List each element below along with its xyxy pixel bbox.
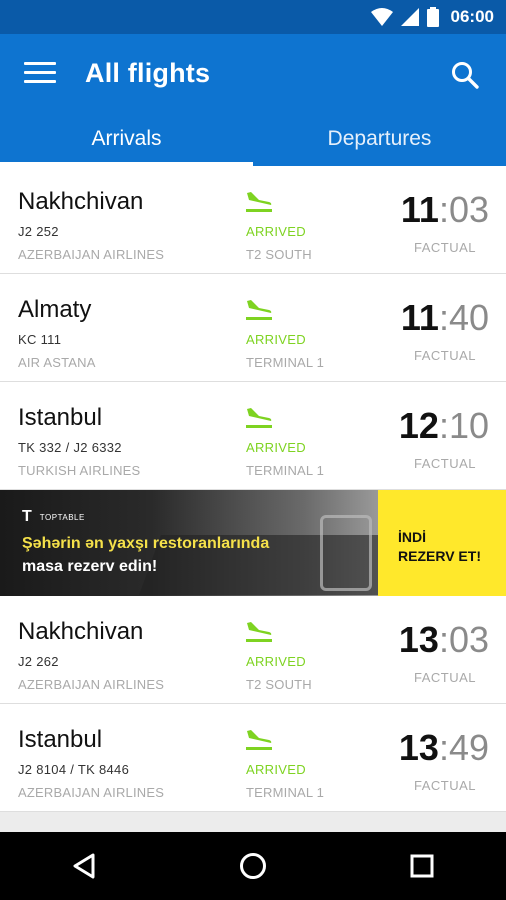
flight-terminal: TERMINAL 1 [246,355,325,370]
wifi-icon [370,8,393,26]
flight-time: 12:10 [398,405,489,446]
status-time: 06:00 [450,7,494,26]
flight-row[interactable]: Almaty KC 111 AIR ASTANA ARRIVED TERMINA… [0,274,506,382]
home-button[interactable] [231,844,275,888]
ad-cta-line1: İNDİ [398,529,426,545]
flight-time-hour: 11 [400,297,439,338]
flight-time-type: FACTUAL [413,670,476,685]
flight-city: Nakhchivan [18,188,144,215]
flight-row[interactable]: Nakhchivan J2 252 AZERBAIJAN AIRLINES AR… [0,166,506,274]
battery-icon [426,7,439,27]
flight-airline: AZERBAIJAN AIRLINES [18,677,165,692]
flight-number: J2 252 [18,224,59,239]
flight-terminal: TERMINAL 1 [246,463,325,478]
toptable-logo-icon: T [22,508,32,525]
ad-cta-button[interactable]: İNDİ REZERV ET! [378,490,506,596]
flight-time-type: FACTUAL [413,348,476,363]
ad-subline: masa rezerv edin! [22,558,158,575]
flight-time-hour: 13 [398,727,439,768]
flight-time-minute: 03 [448,619,489,660]
back-triangle-icon [73,853,95,879]
app-bar: All flights Arrivals Departures [0,34,506,166]
flight-time-hour: 12 [398,405,439,446]
plane-landing-icon [246,408,272,428]
ad-headline: Şəhərin ən yaxşı restoranlarında [22,535,270,552]
flight-list: Nakhchivan J2 252 AZERBAIJAN AIRLINES AR… [0,166,506,832]
recents-square-icon [410,854,434,878]
flight-time: 11:40 [400,297,489,338]
back-button[interactable] [62,844,106,888]
flight-terminal: T2 SOUTH [246,247,312,262]
ad-banner[interactable]: T TOPTABLE Şəhərin ən yaxşı restoranları… [0,490,506,596]
flight-city: Istanbul [18,726,103,753]
flight-airline: TURKISH AIRLINES [18,463,141,478]
flight-number: TK 332 / J2 6332 [18,440,122,455]
flight-terminal: T2 SOUTH [246,677,312,692]
plane-landing-icon [246,192,272,212]
flight-status: ARRIVED [246,224,306,239]
flight-number: J2 262 [18,654,59,669]
flight-time-minute: 10 [448,405,489,446]
flight-status: ARRIVED [246,762,306,777]
search-icon[interactable] [450,60,480,90]
flight-airline: AZERBAIJAN AIRLINES [18,247,165,262]
system-nav-bar [0,832,506,900]
flight-time-type: FACTUAL [413,456,476,471]
flight-status: ARRIVED [246,332,306,347]
flight-time-minute: 49 [448,727,489,768]
tab-departures[interactable]: Departures [253,120,506,166]
plane-landing-icon [246,730,272,750]
flight-time-hour: 11 [400,189,439,230]
flight-number: KC 111 [18,332,62,347]
flight-row[interactable]: Istanbul J2 8104 / TK 8446 AZERBAIJAN AI… [0,704,506,812]
flight-number: J2 8104 / TK 8446 [18,762,130,777]
flight-city: Almaty [18,296,92,323]
flight-time: 11:03 [400,189,489,230]
home-circle-icon [239,853,266,879]
ad-brand: TOPTABLE [39,512,85,522]
status-bar: 06:00 [0,0,506,34]
ad-cta-line2: REZERV ET! [398,548,481,564]
flight-airline: AZERBAIJAN AIRLINES [18,785,165,800]
flight-row[interactable]: Nakhchivan J2 262 AZERBAIJAN AIRLINES AR… [0,596,506,704]
ad-logo: T TOPTABLE [22,508,85,526]
flight-terminal: TERMINAL 1 [246,785,325,800]
flight-status: ARRIVED [246,654,306,669]
page-title: All flights [85,58,211,88]
recents-button[interactable] [400,844,444,888]
flight-time-type: FACTUAL [413,240,476,255]
flight-time: 13:03 [398,619,489,660]
flight-airline: AIR ASTANA [18,355,96,370]
menu-icon[interactable] [24,62,56,86]
flight-time-minute: 40 [448,297,489,338]
flight-time-hour: 13 [398,619,439,660]
flight-time-type: FACTUAL [413,778,476,793]
tab-arrivals[interactable]: Arrivals [0,120,253,166]
plane-landing-icon [246,622,272,642]
signal-icon [400,8,419,26]
flight-row[interactable]: Istanbul TK 332 / J2 6332 TURKISH AIRLIN… [0,382,506,490]
flight-time: 13:49 [398,727,489,768]
flight-city: Nakhchivan [18,618,144,645]
flight-city: Istanbul [18,404,103,431]
plane-landing-icon [246,300,272,320]
ad-background-chair [320,515,372,591]
tab-bar: Arrivals Departures [0,120,506,166]
flight-status: ARRIVED [246,440,306,455]
flight-time-minute: 03 [448,189,489,230]
